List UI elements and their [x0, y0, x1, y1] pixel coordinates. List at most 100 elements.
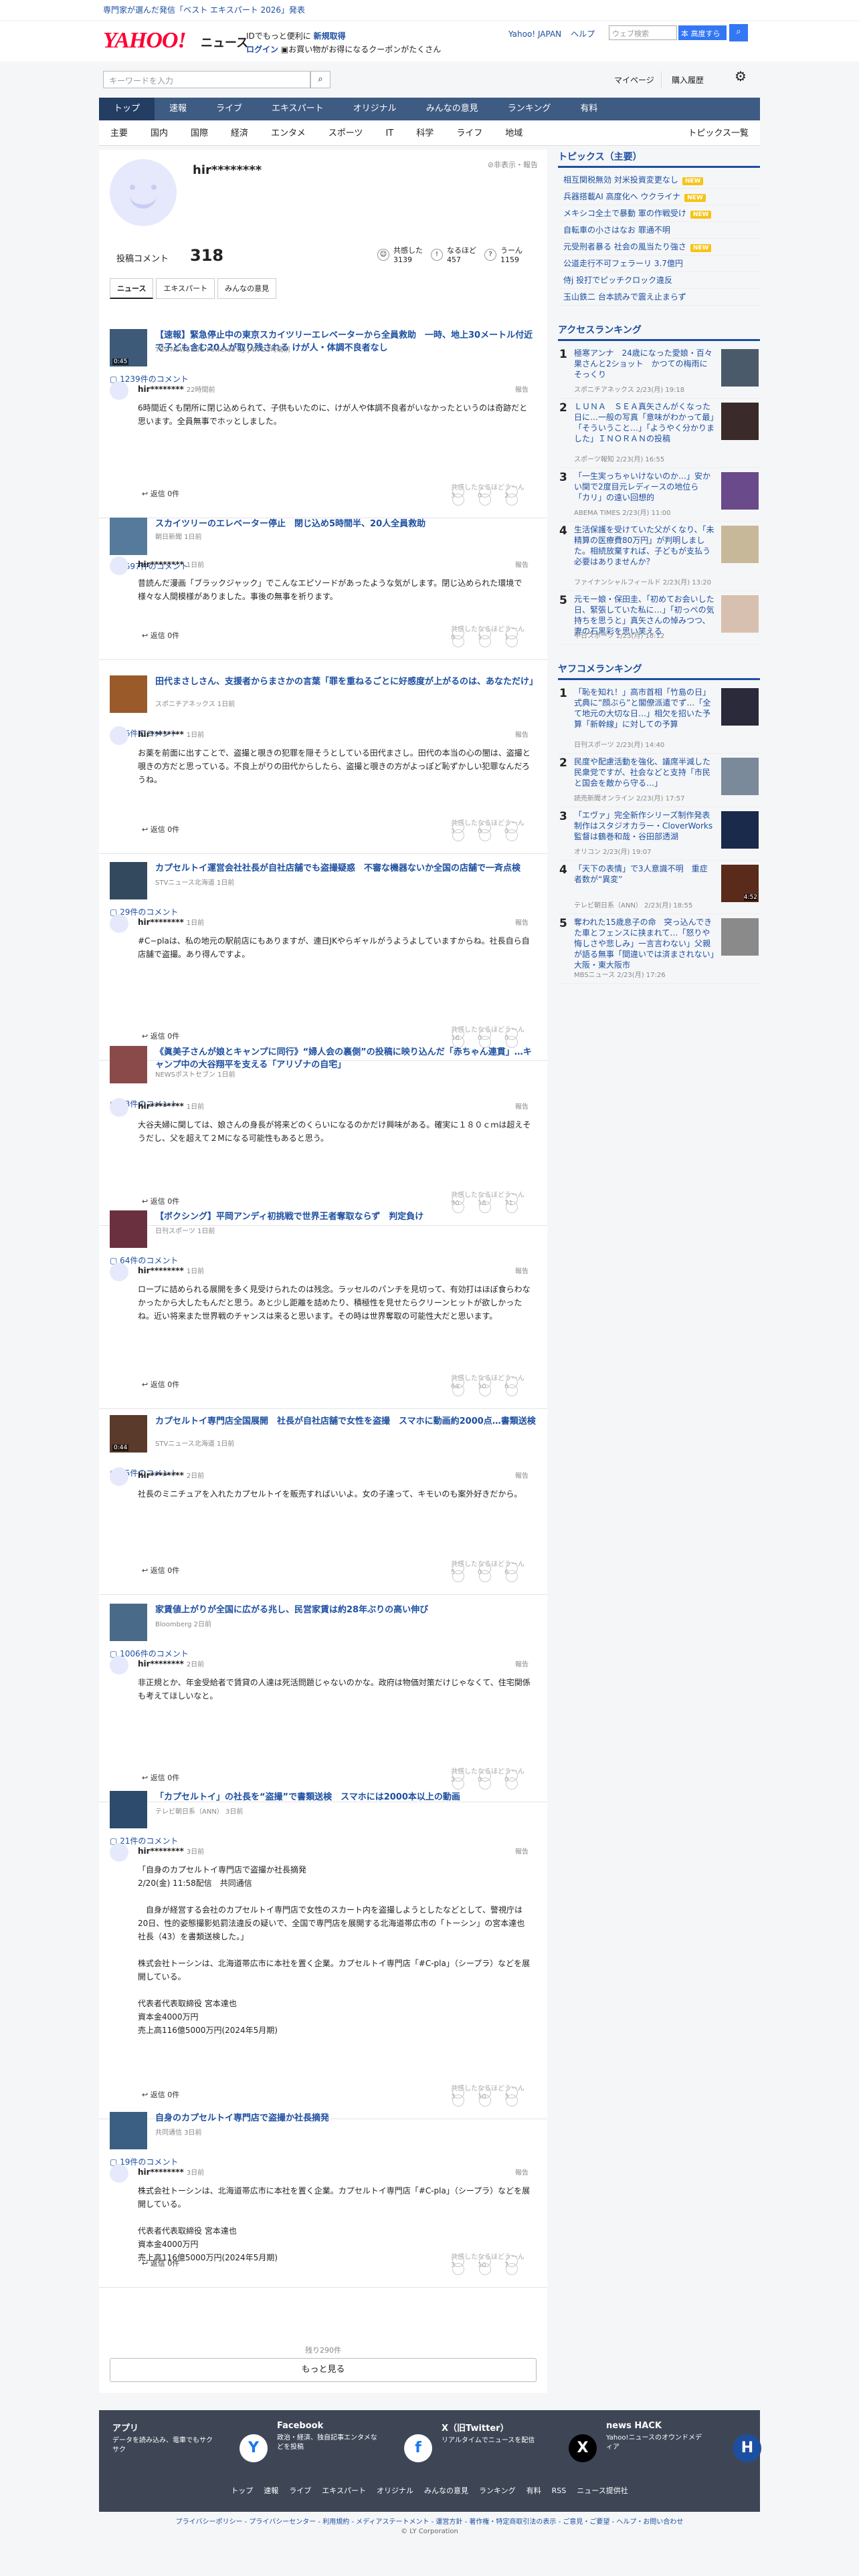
reply-button[interactable]: ↩ 返信 0件: [142, 1196, 179, 1206]
report-link[interactable]: 報告: [515, 559, 529, 569]
naruhodo-button[interactable]: なるほど 0: [478, 820, 504, 841]
footer-col[interactable]: Facebook 政治・経済、独自記事エンタメなどを投稿 f: [277, 2421, 442, 2462]
search-icon[interactable]: ⌕: [729, 24, 748, 41]
topic-item[interactable]: メキシコ全土で暴動 軍の作戦受け NEW: [558, 205, 760, 222]
agree-button[interactable]: 共感した 3: [451, 484, 478, 506]
footer-col[interactable]: news HACK Yahoo!ニュースのオウンドメディア H: [606, 2421, 771, 2462]
topic-item[interactable]: 公道走行不可フェラーリ 3.7億円: [558, 255, 760, 272]
ranking-thumbnail[interactable]: [721, 811, 759, 849]
article-title[interactable]: 「カプセルトイ」の社長を“盗撮”で書類送検 スマホには2000本以上の動画: [155, 1791, 537, 1804]
unn-button[interactable]: うーん 0: [504, 1768, 524, 1790]
gnav-ranking[interactable]: ランキング: [493, 98, 566, 120]
app-icon[interactable]: Y: [240, 2434, 268, 2462]
cat-economy[interactable]: 経済: [219, 122, 260, 145]
footer-link[interactable]: 速報: [264, 2486, 278, 2495]
article-thumbnail[interactable]: [110, 862, 147, 899]
reply-button[interactable]: ↩ 返信 0件: [142, 1031, 179, 1041]
ranking-item[interactable]: 3 「一生実っちゃいけないのか…」安かい関で2度目元レディースの地位ら「カリ」の遠…: [558, 468, 760, 522]
facebook-icon[interactable]: f: [404, 2434, 432, 2462]
report-link[interactable]: 報告: [515, 1470, 529, 1480]
report-link[interactable]: 報告: [515, 917, 529, 927]
naruhodo-button[interactable]: なるほど 10: [478, 1375, 504, 1396]
unn-button[interactable]: うーん 0: [504, 1027, 524, 1048]
article-thumbnail[interactable]: [110, 1210, 147, 1248]
signup-link[interactable]: 新規取得: [314, 31, 346, 41]
ranking-thumbnail[interactable]: [721, 688, 759, 726]
reply-button[interactable]: ↩ 返信 0件: [142, 1379, 179, 1390]
ranking-title[interactable]: 「天下の表情」で3人意識不明 重症者数が“異変”: [574, 863, 714, 885]
tab-expert[interactable]: エキスパート: [156, 278, 215, 299]
ranking-thumbnail[interactable]: [721, 526, 759, 563]
footer-link[interactable]: トップ: [231, 2486, 253, 2495]
mypage-link[interactable]: マイページ: [607, 71, 662, 89]
agree-button[interactable]: 共感した 2: [451, 1768, 478, 1790]
article-title[interactable]: 《眞美子さんが娘とキャンプに同行》“婦人会の裏側”の投稿に映り込んだ「赤ちゃん連…: [155, 1046, 537, 1071]
ranking-thumbnail[interactable]: [721, 758, 759, 795]
ranking-title[interactable]: ＬＵＮＡ ＳＥＡ真矢さんがくなった日に…一般の写真「意味がわかって最」「そういう…: [574, 401, 714, 444]
article-title[interactable]: カプセルトイ専門店全国展開 社長が自社店舗で女性を盗撮 スマホに動画約2000点…: [155, 1415, 537, 1428]
article-title[interactable]: スカイツリーのエレベーター停止 閉じ込め5時間半、20人全員救助: [155, 518, 537, 530]
ranking-item[interactable]: 4 生活保護を受けていた父がくなり、「未精算の医療費80万円」が判明しました。相続…: [558, 522, 760, 591]
agree-button[interactable]: 共感した 3: [451, 2254, 478, 2275]
ranking-title[interactable]: 極寒アンナ 24歳になった愛娘・百々果さんと2ショット かつての梅雨にそっくり: [574, 348, 714, 380]
footer-col[interactable]: アプリ データを読み込み、電車でもサクサク Y: [112, 2421, 277, 2462]
topic-item[interactable]: 相互関税無効 対米投資変更なし NEW: [558, 172, 760, 189]
unn-button[interactable]: うーん 71: [504, 1192, 524, 1213]
topics-list-link[interactable]: トピックス一覧: [676, 122, 760, 145]
keyword-search-icon[interactable]: ⌕: [310, 71, 330, 88]
announcement-link[interactable]: 専門家が選んだ発信「ベスト エキスパート 2026」発表: [103, 5, 305, 15]
gnav-paid[interactable]: 有料: [565, 98, 612, 120]
report-link[interactable]: 報告: [515, 2167, 529, 2177]
cat-it[interactable]: IT: [374, 122, 405, 145]
gear-icon[interactable]: ⚙: [735, 68, 747, 84]
ranking-thumbnail[interactable]: [721, 349, 759, 387]
tab-news[interactable]: ニュース: [110, 278, 154, 299]
topic-item[interactable]: 兵器搭載AI 高度化へ ウクライナ NEW: [558, 189, 760, 205]
ranking-item[interactable]: 1 「恥を知れ！」高市首相「竹島の日」式典に”顔ぶら”と閣僚派遣でず…「全て地元の…: [558, 684, 760, 754]
agree-button[interactable]: 共感した 90: [451, 1192, 478, 1213]
cat-sports[interactable]: スポーツ: [317, 122, 375, 145]
article-title[interactable]: カプセルトイ運営会社社長が自社店舗でも盗撮疑惑 不審な機器ないか全国の店舗で一斉…: [155, 862, 537, 875]
gnav-live[interactable]: ライブ: [201, 98, 257, 120]
load-more-button[interactable]: もっと見る: [110, 2358, 537, 2382]
article-title[interactable]: 家賃値上がりが全国に広がる兆し、民営家賃は約28年ぶりの高い伸び: [155, 1604, 537, 1616]
article-thumbnail[interactable]: [110, 1791, 147, 1828]
report-link[interactable]: 報告: [515, 1101, 529, 1111]
topic-item[interactable]: 玉山鉄二 台本読みで震え止まらず: [558, 289, 760, 306]
unn-button[interactable]: うーん 6: [504, 1375, 524, 1396]
article-thumbnail[interactable]: 0:44: [110, 1415, 147, 1453]
help-link[interactable]: ヘルプ: [571, 29, 595, 39]
cat-entertainment[interactable]: エンタメ: [260, 122, 317, 145]
unn-button[interactable]: うーん 3: [504, 2085, 524, 2107]
article-title[interactable]: 【ボクシング】平岡アンディ初挑戦で世界王者奪取ならず 判定負け: [155, 1210, 537, 1223]
purchase-history-link[interactable]: 購入履歴: [665, 71, 710, 89]
gnav-opinions[interactable]: みんなの意見: [411, 98, 493, 120]
report-link[interactable]: 報告: [515, 729, 529, 739]
ranking-item[interactable]: 1 極寒アンナ 24歳になった愛娘・百々果さんと2ショット かつての梅雨にそっくり…: [558, 345, 760, 399]
unn-button[interactable]: うーん 6: [504, 1561, 524, 1582]
naruhodo-button[interactable]: なるほど 0: [478, 1561, 504, 1582]
footer-link[interactable]: ランキング: [479, 2486, 516, 2495]
ranking-title[interactable]: 民度や配慮活動を強化、議席半減した民衆党ですが、社会などと支持「市民と国会を敵か…: [574, 756, 714, 788]
topic-item[interactable]: 自転車の小さはなお 罪通不明: [558, 222, 760, 239]
newshack-icon[interactable]: H: [733, 2434, 761, 2462]
agree-button[interactable]: 共感した 3: [451, 2085, 478, 2107]
agree-button[interactable]: 共感した 64: [451, 1375, 478, 1396]
agree-button[interactable]: 共感した 1: [451, 820, 478, 841]
hide-report-link[interactable]: ⊘非表示・報告: [488, 159, 538, 170]
footer-col[interactable]: X（旧Twitter） リアルタイムでニュースを配信 X: [442, 2421, 606, 2462]
naruhodo-button[interactable]: なるほど 1: [478, 626, 504, 647]
ranking-thumbnail[interactable]: [721, 918, 759, 956]
footer-link[interactable]: エキスパート: [322, 2486, 366, 2495]
article-title[interactable]: 田代まさしさん、支援者からまさかの言葉「罪を重ねるごとに好感度が上がるのは、あな…: [155, 675, 538, 688]
gnav-expert[interactable]: エキスパート: [257, 98, 339, 120]
ranking-title[interactable]: 「一生実っちゃいけないのか…」安かい関で2度目元レディースの地位ら「カリ」の遠い…: [574, 471, 714, 503]
tab-opinions[interactable]: みんなの意見: [217, 278, 277, 299]
footer-link[interactable]: ニュース提供社: [577, 2486, 628, 2495]
reply-button[interactable]: ↩ 返信 0件: [142, 1565, 179, 1576]
ranking-item[interactable]: 5 奪われた15歳息子の命 突っ込んできた車とフェンスに挟まれて…「怒りや悔しさや…: [558, 914, 760, 984]
agree-button[interactable]: 共感した 8: [451, 626, 478, 647]
article-thumbnail[interactable]: [110, 675, 147, 713]
ranking-title[interactable]: 奪われた15歳息子の命 突っ込んできた車とフェンスに挟まれて…「怒りや悔しさや悲…: [574, 917, 723, 970]
yahoo-japan-link[interactable]: Yahoo! JAPAN: [508, 29, 561, 39]
